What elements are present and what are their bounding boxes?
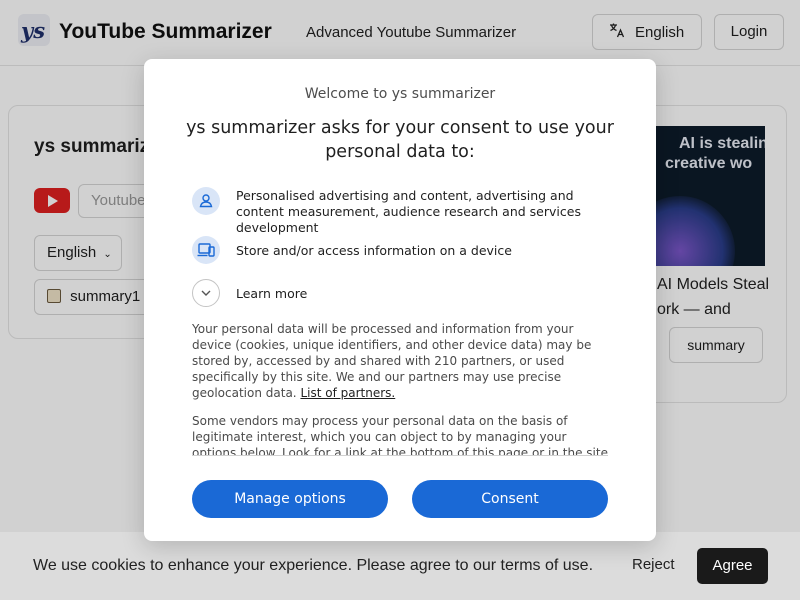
learn-more-toggle[interactable]: Learn more <box>192 279 612 307</box>
consent-dialog: Welcome to ys summarizer ys summarizer a… <box>144 59 656 541</box>
person-icon <box>192 187 220 215</box>
purpose-personalised-ads: Personalised advertising and content, ad… <box>192 187 612 235</box>
agree-button[interactable]: Agree <box>697 548 768 584</box>
purpose-text: Personalised advertising and content, ad… <box>236 188 581 235</box>
consent-details-scroll[interactable]: Your personal data will be processed and… <box>192 321 608 455</box>
consent-paragraph: Some vendors may process your personal d… <box>192 414 608 455</box>
manage-options-button[interactable]: Manage options <box>192 480 388 518</box>
dialog-welcome: Welcome to ys summarizer <box>304 86 496 102</box>
partners-link[interactable]: List of partners. <box>300 386 395 400</box>
learn-more-label: Learn more <box>236 286 308 301</box>
cookie-message: We use cookies to enhance your experienc… <box>33 557 594 574</box>
purpose-text: Store and/or access information on a dev… <box>236 243 512 258</box>
purpose-device-storage: Store and/or access information on a dev… <box>192 236 612 264</box>
consent-button[interactable]: Consent <box>412 480 608 518</box>
consent-paragraph: Your personal data will be processed and… <box>192 321 608 401</box>
device-icon <box>192 236 220 264</box>
cookie-banner: We use cookies to enhance your experienc… <box>0 532 800 600</box>
dialog-divider <box>192 455 608 456</box>
chevron-down-icon[interactable] <box>192 279 220 307</box>
reject-button[interactable]: Reject <box>618 556 689 573</box>
dialog-headline: ys summarizer asks for your consent to u… <box>186 118 614 162</box>
